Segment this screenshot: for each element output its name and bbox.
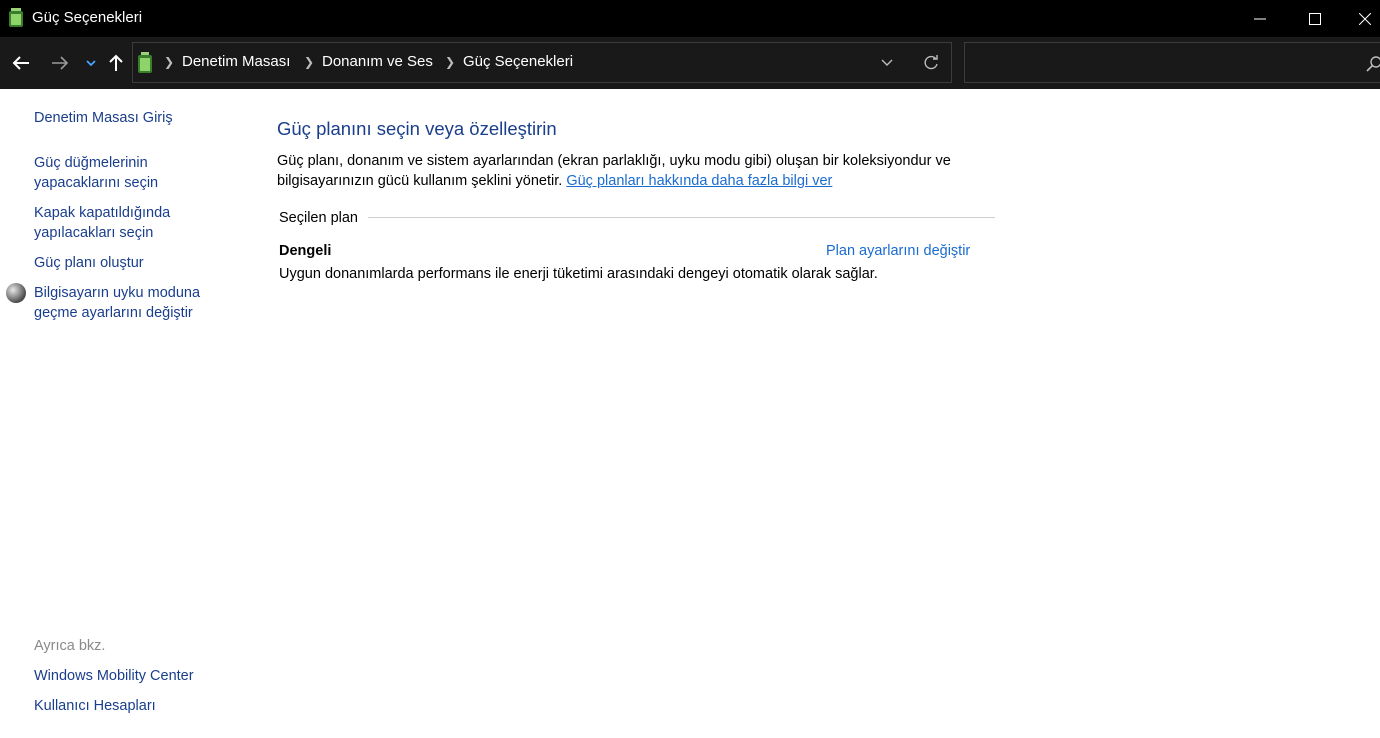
title-bar: Güç Seçenekleri	[0, 0, 1380, 37]
battery-icon	[9, 8, 23, 27]
moon-icon	[6, 283, 26, 303]
change-plan-settings-link[interactable]: Plan ayarlarını değiştir	[826, 243, 970, 259]
breadcrumb-item[interactable]: Denetim Masası	[182, 53, 290, 70]
sidebar-item-home[interactable]: Denetim Masası Giriş	[34, 108, 173, 128]
sidebar-item-mobility-center[interactable]: Windows Mobility Center	[34, 666, 194, 686]
arrow-left-icon	[12, 56, 29, 70]
sidebar-item-user-accounts[interactable]: Kullanıcı Hesapları	[34, 696, 156, 716]
learn-more-link[interactable]: Güç planları hakkında daha fazla bilgi v…	[566, 173, 832, 189]
breadcrumb-item[interactable]: Güç Seçenekleri	[463, 53, 573, 70]
selected-plan-label: Seçilen plan	[279, 210, 358, 226]
maximize-button[interactable]	[1292, 0, 1338, 37]
close-icon	[1359, 12, 1371, 25]
sidebar-item-lid-close[interactable]: yapılacakları seçin	[34, 223, 153, 243]
address-dropdown-button[interactable]	[877, 53, 897, 73]
sidebar-item-power-buttons[interactable]: Güç düğmelerinin	[34, 153, 148, 173]
chevron-right-icon: ❯	[445, 55, 456, 69]
page-title: Güç planını seçin veya özelleştirin	[277, 118, 557, 139]
search-input[interactable]	[964, 42, 1380, 83]
breadcrumb-item[interactable]: Donanım ve Ses	[322, 53, 433, 70]
arrow-up-icon	[109, 54, 123, 71]
chevron-down-icon	[881, 59, 893, 66]
navigation-bar: ❯ Denetim Masası ❯ Donanım ve Ses ❯ Güç …	[0, 37, 1380, 89]
minimize-button[interactable]	[1237, 0, 1283, 37]
up-button[interactable]	[104, 51, 128, 75]
sidebar-item-lid-close[interactable]: Kapak kapatıldığında	[34, 203, 170, 223]
refresh-icon	[924, 55, 938, 70]
description-text: bilgisayarınızın gücü kullanım şeklini y…	[277, 173, 563, 189]
address-bar[interactable]: ❯ Denetim Masası ❯ Donanım ve Ses ❯ Güç …	[132, 42, 952, 83]
minimize-icon	[1254, 18, 1266, 19]
forward-button[interactable]	[48, 51, 72, 75]
chevron-right-icon: ❯	[164, 55, 175, 69]
window-title: Güç Seçenekleri	[32, 9, 143, 26]
sidebar-item-sleep-settings[interactable]: Bilgisayarın uyku moduna	[34, 283, 200, 303]
plan-name: Dengeli	[279, 243, 332, 259]
sidebar-item-create-plan[interactable]: Güç planı oluştur	[34, 253, 144, 273]
sidebar-item-sleep-settings[interactable]: geçme ayarlarını değiştir	[34, 303, 193, 323]
close-button[interactable]	[1350, 0, 1380, 37]
see-also-label: Ayrıca bkz.	[34, 638, 106, 654]
back-button[interactable]	[9, 51, 33, 75]
battery-icon	[138, 52, 152, 73]
description-text: Güç planı, donanım ve sistem ayarlarında…	[277, 153, 951, 169]
chevron-right-icon: ❯	[304, 55, 315, 69]
search-icon	[1366, 56, 1380, 72]
divider	[368, 217, 995, 218]
maximize-icon	[1309, 12, 1321, 25]
chevron-down-icon	[86, 60, 96, 67]
plan-description: Uygun donanımlarda performans ile enerji…	[279, 266, 878, 282]
sidebar-item-power-buttons[interactable]: yapacaklarını seçin	[34, 173, 158, 193]
recent-locations-button[interactable]	[79, 51, 103, 75]
page-description: Güç planı, donanım ve sistem ayarlarında…	[277, 151, 997, 191]
refresh-button[interactable]	[919, 51, 943, 75]
arrow-right-icon	[52, 56, 69, 70]
